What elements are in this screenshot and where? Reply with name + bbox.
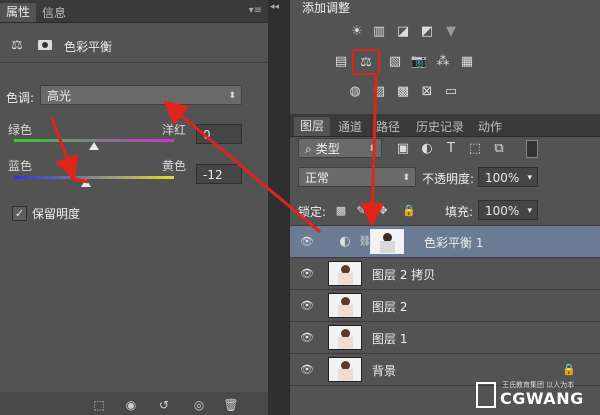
arrow-pointer-blue	[69, 176, 89, 184]
arrow-to-adjustment-layer	[360, 75, 385, 227]
arrow-to-blue-slider	[50, 117, 79, 181]
annotation-arrows	[50, 75, 385, 234]
arrow-to-tone-select	[163, 100, 321, 234]
